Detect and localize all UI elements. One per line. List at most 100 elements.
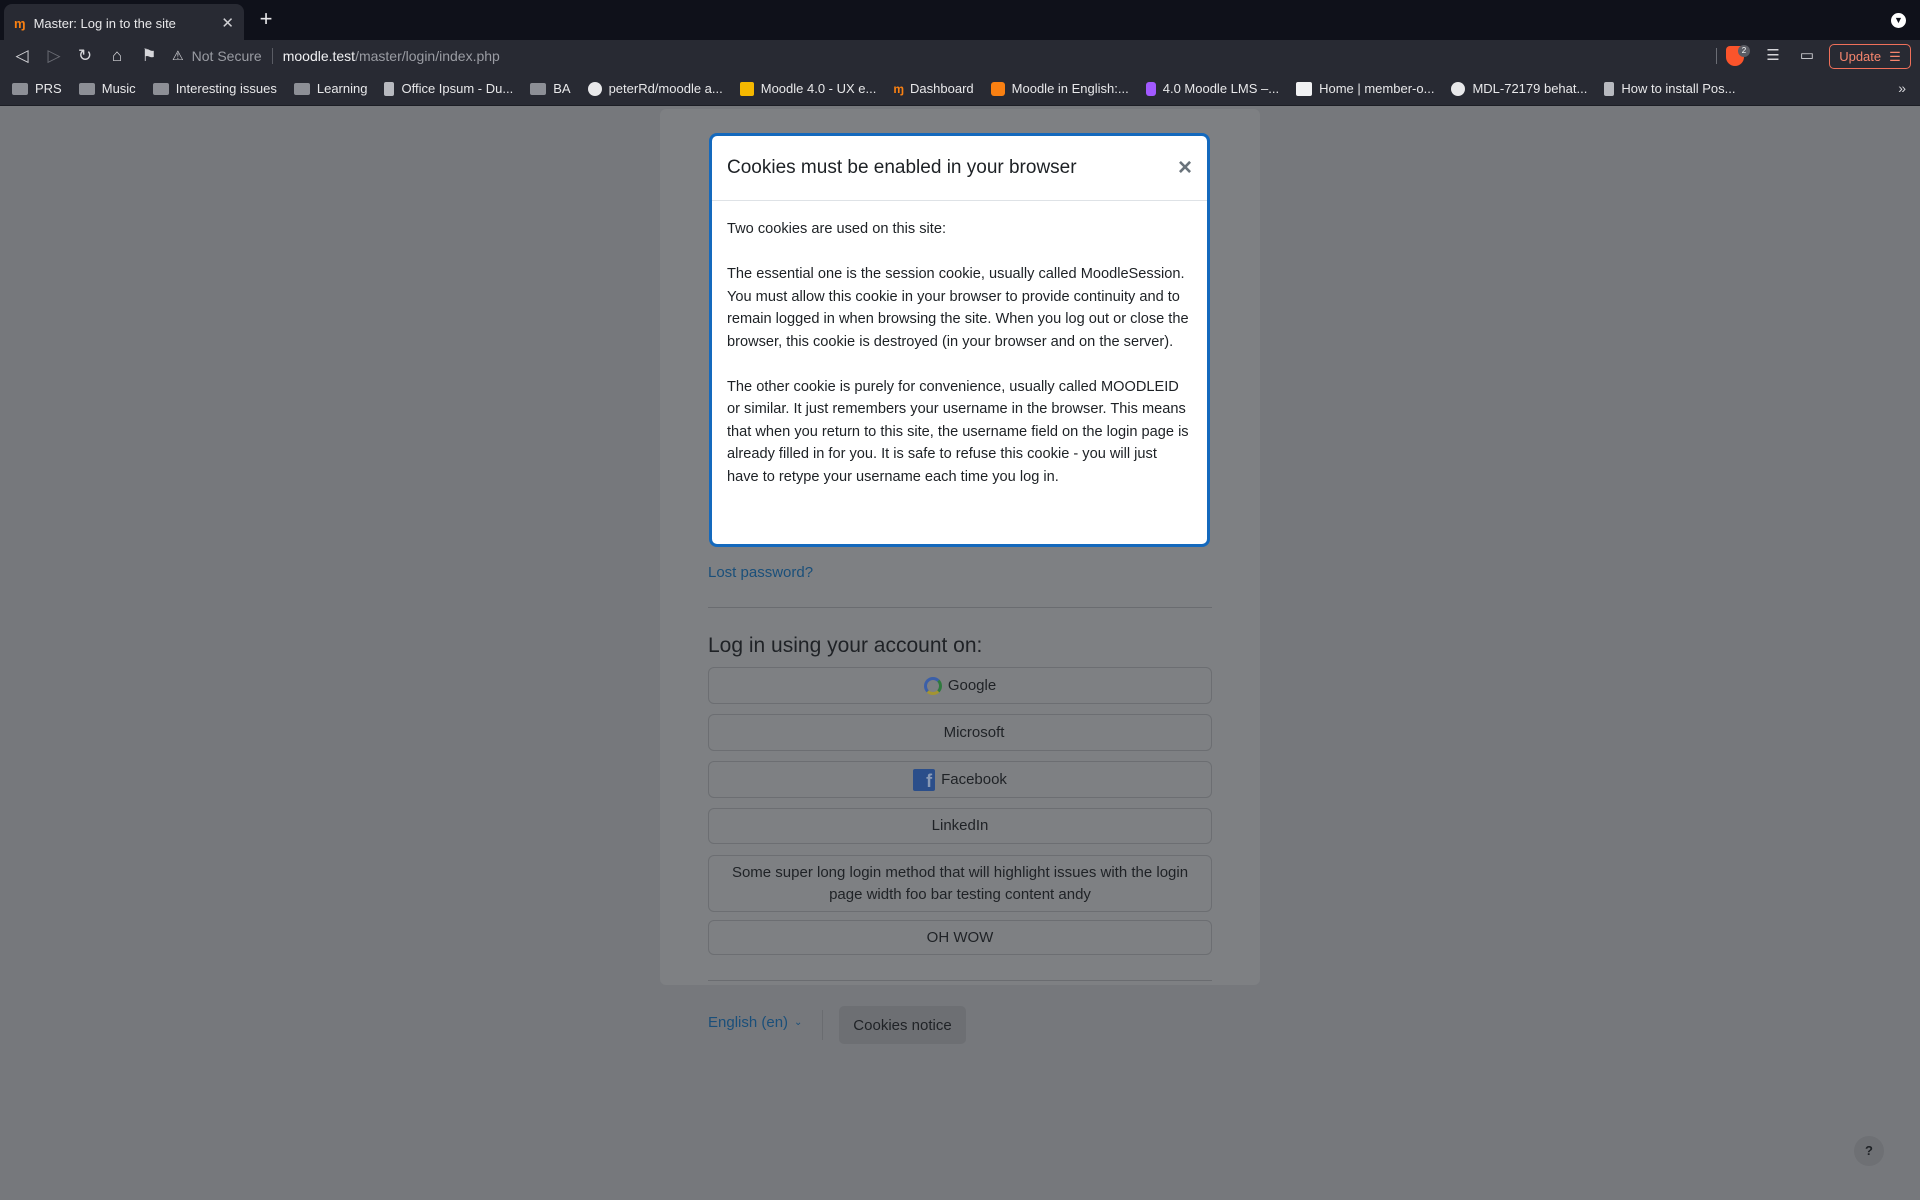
facebook-login-button[interactable]: f Facebook bbox=[708, 761, 1212, 798]
new-tab-icon[interactable]: + bbox=[254, 8, 278, 32]
bookmark-label: Interesting issues bbox=[175, 81, 277, 96]
bookmark-item[interactable]: PRS bbox=[12, 81, 62, 96]
microsoft-icon bbox=[916, 722, 938, 744]
modal-title: Cookies must be enabled in your browser bbox=[727, 157, 1077, 178]
address-separator bbox=[271, 48, 273, 64]
microsoft-login-button[interactable]: Microsoft bbox=[708, 714, 1212, 751]
footer-separator bbox=[822, 1010, 823, 1040]
folder-icon bbox=[12, 82, 28, 95]
google-label: Google bbox=[947, 676, 997, 694]
url-host: moodle.test bbox=[282, 48, 356, 64]
update-button[interactable]: Update ☰ bbox=[1829, 44, 1911, 69]
back-icon[interactable]: ◁ bbox=[10, 44, 34, 68]
footer-divider bbox=[708, 980, 1212, 981]
folder-icon bbox=[152, 82, 169, 95]
bookmark-item[interactable]: Music bbox=[78, 81, 136, 96]
security-label: Not Secure bbox=[191, 48, 262, 64]
bookmarks-bar: PRS Music Interesting issues Learning Office… bbox=[0, 72, 1920, 106]
google-icon bbox=[923, 676, 942, 695]
bookmark-label: Office Ipsum - Du... bbox=[401, 81, 514, 96]
google-login-button[interactable]: Google bbox=[708, 667, 1212, 704]
bookmark-item[interactable]: Interesting issues bbox=[152, 81, 277, 96]
long-login-label: Some super long login method that will h… bbox=[731, 863, 1189, 903]
linkedin-label: LinkedIn bbox=[931, 817, 989, 834]
folder-icon bbox=[78, 82, 95, 95]
wix-icon bbox=[1296, 81, 1313, 96]
lost-password-link[interactable]: Lost password? bbox=[708, 564, 813, 581]
bookmark-item[interactable]: How to install Pos... bbox=[1604, 81, 1736, 96]
bookmark-label: BA bbox=[553, 81, 571, 96]
divider bbox=[708, 607, 1212, 608]
moodle-icon: ɱ bbox=[893, 81, 905, 96]
linkedin-login-button[interactable]: LinkedIn bbox=[708, 808, 1212, 844]
bookmark-label: Home | member-o... bbox=[1319, 81, 1435, 96]
shields-count-badge: 2 bbox=[1738, 45, 1750, 57]
github-icon bbox=[587, 81, 602, 96]
oh-wow-login-button[interactable]: OH WOW bbox=[708, 920, 1212, 955]
facebook-icon: f bbox=[913, 768, 936, 791]
bookmark-item[interactable]: Moodle in English:... bbox=[990, 81, 1129, 96]
more-bookmarks-icon[interactable]: » bbox=[1898, 80, 1906, 96]
update-label: Update bbox=[1839, 49, 1882, 64]
browser-tab[interactable]: ɱ Master: Log in to the site ✕ bbox=[4, 4, 244, 42]
bookmark-label: MDL-72179 behat... bbox=[1472, 81, 1588, 96]
bookmark-item[interactable]: 4.0 Moodle LMS –... bbox=[1145, 81, 1280, 96]
bookmark-label: PRS bbox=[35, 81, 62, 96]
microsoft-label: Microsoft bbox=[943, 723, 1005, 741]
bookmark-item[interactable]: BA bbox=[530, 81, 571, 96]
url-path: /master/login/index.php bbox=[355, 48, 500, 64]
reload-icon[interactable]: ↻ bbox=[73, 44, 97, 68]
bookmark-label: peterRd/moodle a... bbox=[608, 81, 723, 96]
home-icon[interactable]: ⌂ bbox=[105, 44, 129, 68]
wallet-icon[interactable]: ▭ bbox=[1795, 44, 1819, 68]
close-tab-icon[interactable]: ✕ bbox=[221, 14, 234, 32]
forward-icon[interactable]: ▷ bbox=[42, 44, 66, 68]
bookmark-label: Moodle 4.0 - UX e... bbox=[760, 81, 877, 96]
close-icon[interactable]: × bbox=[1178, 156, 1192, 180]
bookmark-item[interactable]: Learning bbox=[293, 81, 368, 96]
bookmark-label: Moodle in English:... bbox=[1011, 81, 1129, 96]
bookmark-item[interactable]: Office Ipsum - Du... bbox=[384, 81, 513, 96]
figma-icon bbox=[1145, 81, 1156, 96]
bookmark-item[interactable]: Moodle 4.0 - UX e... bbox=[739, 81, 877, 96]
bookmark-item[interactable]: Home | member-o... bbox=[1296, 81, 1434, 96]
folder-icon bbox=[293, 82, 310, 95]
folder-icon bbox=[530, 82, 547, 95]
tab-title: Master: Log in to the site bbox=[33, 15, 176, 31]
github-icon bbox=[1451, 81, 1466, 96]
tab-menu-icon[interactable]: ▼ bbox=[1891, 13, 1906, 28]
modal-paragraph: The essential one is the session cookie,… bbox=[727, 266, 1189, 350]
bookmark-label: Music bbox=[101, 81, 136, 96]
bookmark-label: Learning bbox=[316, 81, 368, 96]
modal-body: Two cookies are used on this site: The e… bbox=[712, 201, 1207, 505]
modal-paragraph: The other cookie is purely for convenien… bbox=[727, 378, 1189, 485]
address-bar[interactable]: ⚠ Not Secure moodle.test/master/login/in… bbox=[172, 44, 1717, 68]
long-login-method-button[interactable]: Some super long login method that will h… bbox=[708, 855, 1212, 912]
tab-bar: ɱ Master: Log in to the site ✕ + ▼ bbox=[0, 0, 1920, 42]
modal-paragraph: Two cookies are used on this site: bbox=[727, 221, 947, 237]
bookmark-icon[interactable]: ⚑ bbox=[137, 44, 161, 68]
facebook-label: Facebook bbox=[941, 770, 1007, 788]
address-end-separator bbox=[1716, 48, 1717, 64]
bookmark-label: Dashboard bbox=[910, 81, 974, 96]
modal-header: Cookies must be enabled in your browser … bbox=[712, 136, 1207, 201]
cookies-notice-button[interactable]: Cookies notice bbox=[839, 1006, 966, 1044]
help-button[interactable]: ? bbox=[1854, 1136, 1884, 1166]
bookmark-item[interactable]: ɱ Dashboard bbox=[893, 81, 973, 96]
warning-icon: ⚠ bbox=[172, 48, 184, 63]
language-selector[interactable]: English (en) ⌄ bbox=[708, 1014, 802, 1031]
bookmark-label: 4.0 Moodle LMS –... bbox=[1162, 81, 1280, 96]
slides-icon bbox=[739, 81, 754, 96]
moodle-favicon-icon: ɱ bbox=[14, 15, 26, 31]
moodle-box-icon bbox=[990, 81, 1005, 96]
social-login-heading: Log in using your account on: bbox=[708, 634, 983, 657]
chevron-down-icon: ⌄ bbox=[794, 1017, 803, 1028]
cookies-modal: Cookies must be enabled in your browser … bbox=[709, 133, 1210, 547]
language-label: English (en) bbox=[708, 1014, 789, 1031]
bookmark-item[interactable]: peterRd/moodle a... bbox=[587, 81, 723, 96]
oh-wow-label: OH WOW bbox=[926, 928, 994, 946]
plain-icon bbox=[1604, 81, 1615, 96]
bookmark-item[interactable]: MDL-72179 behat... bbox=[1451, 81, 1587, 96]
playlist-icon[interactable]: ☰ bbox=[1761, 44, 1785, 68]
bookmark-label: How to install Pos... bbox=[1621, 81, 1736, 96]
